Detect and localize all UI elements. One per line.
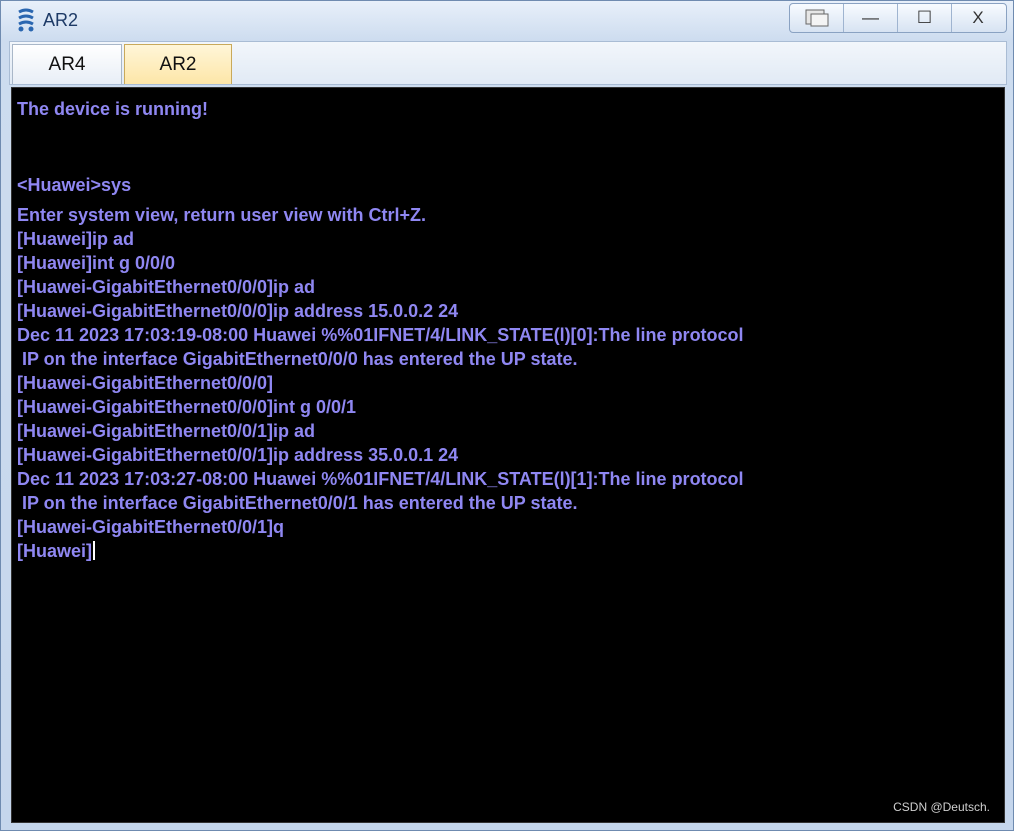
window-title: AR2 (43, 10, 79, 30)
terminal-line: [Huawei-GigabitEthernet0/0/1]ip ad (17, 421, 316, 441)
minimize-icon: — (862, 8, 879, 27)
terminal-line: [Huawei-GigabitEthernet0/0/1]ip address … (17, 445, 459, 465)
tab-label: AR4 (48, 53, 86, 75)
maximize-button[interactable]: ☐ (898, 4, 952, 32)
app-icon (18, 8, 34, 32)
terminal-line: [Huawei-GigabitEthernet0/0/0]ip address … (17, 301, 459, 321)
terminal-window: AR2 — ☐ X AR4 AR2 The device is running!… (0, 0, 1014, 831)
tab-label: AR2 (159, 53, 197, 75)
minimize-button[interactable]: — (844, 4, 898, 32)
tab-ar2[interactable]: AR2 (124, 44, 232, 84)
terminal-prompt-line: [Huawei] (17, 540, 96, 562)
text-cursor (93, 541, 96, 560)
close-button[interactable]: X (952, 4, 1004, 32)
terminal-line: Dec 11 2023 17:03:27-08:00 Huawei %%01IF… (17, 469, 744, 489)
terminal-line: The device is running! (17, 99, 209, 119)
terminal-line: [Huawei]int g 0/0/0 (17, 253, 176, 273)
terminal-line: IP on the interface GigabitEthernet0/0/0… (17, 349, 578, 369)
watermark: CSDN @Deutsch. (893, 800, 990, 814)
terminal-line: IP on the interface GigabitEthernet0/0/1… (17, 493, 578, 513)
terminal-line: <Huawei>sys (17, 175, 132, 195)
terminal-line: Dec 11 2023 17:03:19-08:00 Huawei %%01IF… (17, 325, 744, 345)
tab-strip: AR4 AR2 (9, 41, 1007, 85)
terminal-prompt: [Huawei] (17, 541, 93, 561)
tab-ar4[interactable]: AR4 (12, 44, 122, 84)
window-controls: — ☐ X (789, 3, 1007, 33)
terminal-line: [Huawei-GigabitEthernet0/0/0] (17, 373, 274, 393)
maximize-icon: ☐ (916, 8, 933, 27)
terminal-console[interactable]: The device is running! <Huawei>sys Enter… (11, 87, 1005, 823)
terminal-line: [Huawei-GigabitEthernet0/0/0]int g 0/0/1 (17, 397, 357, 417)
restore-windows-icon (805, 9, 828, 27)
title-bar[interactable]: AR2 — ☐ X (1, 1, 1013, 39)
terminal-line: [Huawei-GigabitEthernet0/0/1]q (17, 517, 285, 537)
close-icon: X (972, 8, 984, 27)
terminal-line: [Huawei-GigabitEthernet0/0/0]ip ad (17, 277, 316, 297)
terminal-line: Enter system view, return user view with… (17, 205, 426, 225)
restore-button[interactable] (790, 4, 844, 32)
terminal-line: [Huawei]ip ad (17, 229, 135, 249)
